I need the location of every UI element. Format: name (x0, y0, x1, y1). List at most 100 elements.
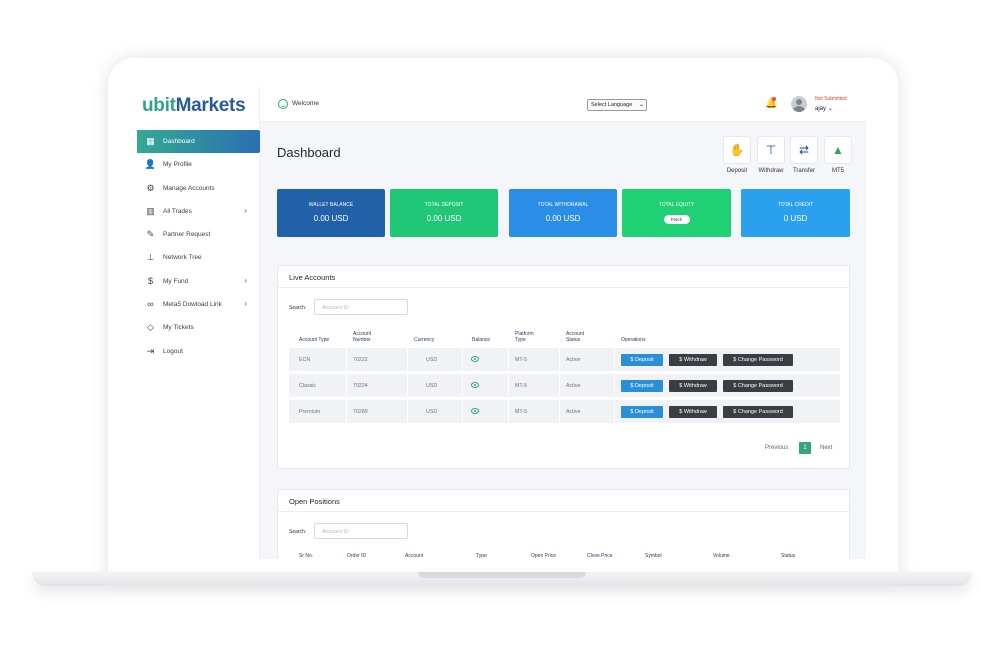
col-currency: Currency (414, 337, 435, 343)
card-total-equity: TOTAL EQUITY Fetch (622, 189, 731, 237)
live-accounts-panel: Live Accounts Search: Account ID Account… (277, 265, 850, 469)
sidebar-item-label: Network Tree (163, 254, 202, 262)
language-select[interactable]: Select Language ⌄ (587, 99, 647, 111)
brand-logo[interactable]: ubitMarkets (142, 95, 246, 117)
deposit-icon: ✋ (723, 136, 751, 164)
pagination: Previous 1 Next (765, 442, 845, 456)
sidebar-item-label: My Fund (163, 277, 189, 285)
col-status: Status (781, 553, 796, 559)
chevron-right-icon: › (244, 299, 247, 309)
pagination-next[interactable]: Next (820, 445, 832, 451)
quick-deposit[interactable]: ✋ Deposit (723, 136, 751, 174)
chevron-right-icon: › (244, 205, 247, 215)
notification-dot (772, 97, 776, 101)
col-type: Type (476, 553, 487, 559)
col-close-price: Close Price (587, 553, 613, 559)
sidebar-item-all-trades[interactable]: ▥ All Trades › (137, 200, 260, 223)
search-label: Search: (289, 305, 307, 311)
sidebar-item-meta5-link[interactable]: ∞ Meta5 Dowload Link › (137, 293, 260, 316)
sidebar-item-label: My Profile (163, 161, 192, 169)
kyc-status: Not Submitted (815, 96, 847, 102)
sidebar-item-label: Manage Accounts (163, 184, 215, 192)
user-menu[interactable]: ajay ⌄ (815, 105, 833, 112)
eye-icon[interactable] (471, 356, 479, 362)
sidebar: ubitMarkets ▦ Dashboard 👤 My Profile ⚙ M… (137, 87, 260, 559)
search-input[interactable]: Account ID (314, 299, 408, 315)
quick-withdraw[interactable]: ⊤ Withdraw (757, 136, 785, 174)
sidebar-item-manage-accounts[interactable]: ⚙ Manage Accounts (137, 177, 260, 200)
col-account-number: Account Number (353, 331, 372, 343)
sidebar-item-network-tree[interactable]: ⊥ Network Tree (137, 246, 260, 269)
card-wallet-balance: WALLET BALANCE 0.00 USD (277, 189, 385, 237)
bar-chart-icon: ▥ (146, 205, 155, 216)
table-row: Premium 70289 USD MT-5 Active $ Deposit … (289, 400, 840, 424)
change-password-button[interactable]: $ Change Password (723, 406, 793, 418)
sidebar-item-label: My Tickets (163, 324, 194, 332)
chevron-down-icon: ⌄ (827, 106, 833, 112)
sidebar-item-partner-request[interactable]: ✎ Partner Request (137, 223, 260, 246)
pagination-page[interactable]: 1 (799, 442, 811, 454)
avatar[interactable] (791, 96, 807, 112)
col-operations: Operations (621, 337, 646, 343)
sidebar-item-my-fund[interactable]: $ My Fund › (137, 270, 260, 293)
eye-icon[interactable] (471, 408, 479, 414)
withdraw-button[interactable]: $ Withdraw (669, 406, 717, 418)
main-content: Dashboard ✋ Deposit ⊤ Withdraw ⇄ Transfe… (260, 122, 866, 559)
change-password-button[interactable]: $ Change Password (723, 380, 793, 392)
top-header: Welcome Select Language ⌄ 🔔 Not Submitte… (260, 87, 866, 122)
col-open-price: Open Price (531, 553, 557, 559)
col-account-status: Account Status (566, 331, 585, 343)
summary-cards: WALLET BALANCE 0.00 USD TOTAL DEPOSIT 0.… (277, 189, 850, 237)
table-header: Account Type Account Number Currency Bala… (289, 330, 840, 348)
panel-title: Open Positions (278, 490, 849, 512)
transfer-icon: ⇄ (790, 136, 818, 164)
user-icon: 👤 (144, 159, 157, 170)
ticket-icon: ◇ (147, 322, 154, 333)
col-order-id: Order ID (347, 553, 367, 559)
sidebar-item-label: Logout (163, 347, 183, 355)
app-screen: ubitMarkets ▦ Dashboard 👤 My Profile ⚙ M… (137, 87, 866, 559)
dollar-icon: $ (147, 275, 153, 286)
sidebar-item-label: Partner Request (163, 231, 211, 239)
col-platform-type: Platform Type (515, 331, 534, 343)
smile-icon (278, 99, 288, 109)
sitemap-icon: ⊥ (146, 252, 155, 263)
sidebar-item-dashboard[interactable]: ▦ Dashboard (137, 130, 260, 153)
col-symbol: Symbol (645, 553, 662, 559)
sidebar-item-label: Dashboard (163, 138, 195, 145)
col-account-type: Account Type (299, 337, 330, 343)
stage: ubitMarkets ▦ Dashboard 👤 My Profile ⚙ M… (0, 0, 1004, 649)
table-header: Sr No. Order ID Account Type Open Price … (289, 553, 840, 559)
sidebar-item-logout[interactable]: ⇥ Logout (137, 340, 260, 363)
page-title: Dashboard (277, 145, 341, 160)
deposit-button[interactable]: $ Deposit (621, 354, 663, 366)
deposit-button[interactable]: $ Deposit (621, 380, 663, 392)
fetch-button[interactable]: Fetch (663, 215, 690, 224)
deposit-button[interactable]: $ Deposit (621, 406, 663, 418)
sidebar-item-label: All Trades (163, 207, 192, 215)
chevron-right-icon: › (244, 275, 247, 285)
sidebar-item-label: Meta5 Dowload Link (163, 301, 222, 309)
laptop-notch (418, 572, 586, 578)
sidebar-item-my-tickets[interactable]: ◇ My Tickets (137, 316, 260, 339)
link-icon: ∞ (147, 299, 154, 310)
table-row: ECN 70222 USD MT-5 Active $ Deposit $ Wi… (289, 348, 840, 372)
mt5-icon: ▲ (824, 136, 852, 164)
withdraw-button[interactable]: $ Withdraw (669, 354, 717, 366)
quick-transfer[interactable]: ⇄ Transfer (790, 136, 818, 174)
logout-icon: ⇥ (146, 345, 155, 356)
search-input[interactable]: Account ID (314, 523, 408, 539)
chevron-down-icon: ⌄ (638, 102, 644, 108)
withdraw-icon: ⊤ (757, 136, 785, 164)
withdraw-button[interactable]: $ Withdraw (669, 380, 717, 392)
user-gear-icon: ⚙ (146, 182, 155, 193)
col-sr-no: Sr No. (299, 553, 314, 559)
eye-icon[interactable] (471, 382, 479, 388)
welcome-text: Welcome (292, 100, 319, 107)
pagination-previous[interactable]: Previous (765, 445, 788, 451)
card-total-deposit: TOTAL DEPOSIT 0.00 USD (390, 189, 498, 237)
sidebar-item-my-profile[interactable]: 👤 My Profile (137, 153, 260, 176)
change-password-button[interactable]: $ Change Password (723, 354, 793, 366)
quick-mt5[interactable]: ▲ MT5 (824, 136, 852, 174)
col-account: Account (405, 553, 424, 559)
